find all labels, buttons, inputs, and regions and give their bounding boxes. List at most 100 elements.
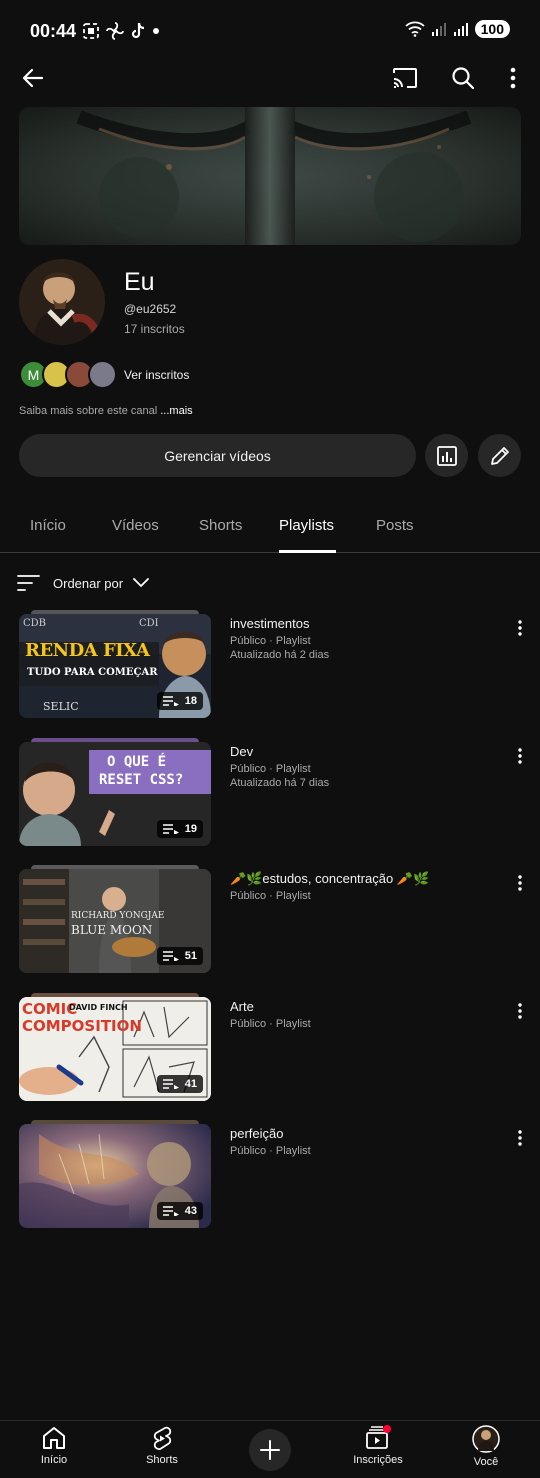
- playlist-menu-button[interactable]: [508, 616, 532, 640]
- playlist-title[interactable]: investimentos: [230, 616, 309, 631]
- arrow-left-icon: [22, 68, 44, 88]
- thumbnail-label: RICHARD YONGJAE: [71, 911, 165, 921]
- playlist-menu-button[interactable]: [508, 744, 532, 768]
- pencil-icon: [490, 446, 509, 465]
- tab-playlists[interactable]: Playlists: [279, 517, 334, 534]
- thumbnail-subtitle: TUDO PARA COMEÇAR: [27, 667, 158, 678]
- playlist-meta: Público · Playlist: [230, 635, 311, 647]
- more-vertical-icon: [518, 1003, 522, 1019]
- playlist-item[interactable]: RICHARD YONGJAE BLUE MOON 51 🥕🌿estudos, …: [0, 865, 540, 980]
- video-count: 43: [184, 1205, 197, 1217]
- thumbnail-label: CDI: [139, 618, 159, 629]
- video-count-badge: 43: [156, 1202, 203, 1220]
- avatar-letter: M: [27, 366, 40, 383]
- profile-avatar-icon: [472, 1425, 500, 1453]
- nav-label: Início: [40, 1454, 68, 1466]
- dot-icon: [153, 28, 159, 34]
- cast-icon: [393, 68, 417, 88]
- search-button[interactable]: [443, 58, 483, 98]
- tab-inicio[interactable]: Início: [30, 517, 66, 534]
- nav-shorts[interactable]: Shorts: [122, 1425, 202, 1475]
- playlist-item[interactable]: COMIC COMPOSITION DAVID FINCH 41 Arte Pú…: [0, 993, 540, 1108]
- signal-icon-1: [431, 23, 446, 36]
- playlist-item[interactable]: RENDA FIXA TUDO PARA COMEÇAR SELIC CDB C…: [0, 610, 540, 725]
- sort-icon: [17, 575, 40, 591]
- tab-shorts[interactable]: Shorts: [199, 517, 242, 534]
- more-vertical-icon: [510, 67, 516, 89]
- thumbnail-label: CDB: [23, 618, 47, 629]
- sort-label: Ordenar por: [53, 575, 124, 591]
- analytics-icon: [436, 445, 457, 466]
- analytics-button[interactable]: [425, 434, 468, 477]
- playlist-item[interactable]: O QUE É RESET CSS? 19 Dev Público · Play…: [0, 738, 540, 853]
- playlist-meta: Público · Playlist: [230, 890, 311, 902]
- playlist-thumbnail[interactable]: RICHARD YONGJAE BLUE MOON 51: [19, 865, 211, 973]
- nav-label: Inscrições: [353, 1454, 403, 1466]
- plus-icon: [260, 1440, 280, 1460]
- status-time: 00:44: [30, 21, 77, 41]
- video-count: 41: [184, 1078, 197, 1090]
- status-bar: 00:44 100: [0, 0, 540, 62]
- about-channel-link[interactable]: Saiba mais sobre este canal ...mais: [19, 405, 193, 417]
- playlist-title[interactable]: perfeição: [230, 1126, 283, 1141]
- playlist-updated: Atualizado há 2 dias: [230, 649, 330, 661]
- shorts-icon: [153, 1426, 172, 1450]
- back-button[interactable]: [13, 58, 53, 98]
- video-count: 18: [184, 695, 197, 707]
- subscriber-avatars[interactable]: M: [19, 360, 119, 390]
- subscriber-count: 17 inscritos: [124, 322, 185, 336]
- tab-posts[interactable]: Posts: [376, 517, 414, 534]
- nav-voce[interactable]: Você: [446, 1425, 526, 1475]
- more-options-button[interactable]: [493, 58, 533, 98]
- bottom-navigation: Início Shorts Inscrições Você: [0, 1420, 540, 1478]
- manage-videos-button[interactable]: Gerenciar vídeos: [19, 434, 416, 477]
- playlist-thumbnail[interactable]: 43: [19, 1120, 211, 1228]
- playlist-meta: Público · Playlist: [230, 1145, 311, 1157]
- nav-inicio[interactable]: Início: [14, 1425, 94, 1475]
- playlist-thumbnail[interactable]: O QUE É RESET CSS? 19: [19, 738, 211, 846]
- playlist-title[interactable]: Arte: [230, 999, 254, 1014]
- nav-inscricoes[interactable]: Inscrições: [338, 1425, 418, 1475]
- playlist-updated: Atualizado há 7 dias: [230, 777, 330, 789]
- playlist-item[interactable]: 43 perfeição Público · Playlist: [0, 1120, 540, 1235]
- view-subscribers-link[interactable]: Ver inscritos: [124, 368, 189, 382]
- cast-button[interactable]: [385, 58, 425, 98]
- sort-dropdown[interactable]: Ordenar por: [17, 569, 149, 597]
- video-count-badge: 18: [156, 692, 203, 710]
- home-icon: [43, 1427, 65, 1449]
- search-icon: [452, 67, 475, 90]
- channel-name: Eu: [124, 268, 155, 296]
- playlist-icon: [162, 696, 179, 706]
- edit-channel-button[interactable]: [478, 434, 521, 477]
- playlist-thumbnail[interactable]: RENDA FIXA TUDO PARA COMEÇAR SELIC CDB C…: [19, 610, 211, 718]
- playlist-title[interactable]: Dev: [230, 744, 253, 759]
- playlist-menu-button[interactable]: [508, 1126, 532, 1150]
- video-count: 51: [184, 950, 197, 962]
- nav-label: Você: [473, 1456, 499, 1468]
- playlist-menu-button[interactable]: [508, 871, 532, 895]
- playlist-thumbnail[interactable]: COMIC COMPOSITION DAVID FINCH 41: [19, 993, 211, 1101]
- more-vertical-icon: [518, 1130, 522, 1146]
- status-system-icons: 100: [405, 20, 510, 38]
- channel-avatar[interactable]: [19, 259, 105, 345]
- more-vertical-icon: [518, 620, 522, 636]
- chevron-down-icon: [133, 578, 149, 587]
- playlist-icon: [162, 824, 179, 834]
- top-app-bar: [0, 58, 540, 102]
- playlist-meta: Público · Playlist: [230, 763, 311, 775]
- create-button[interactable]: [249, 1429, 291, 1471]
- thumbnail-title: RENDA FIXA: [25, 640, 150, 661]
- video-count-badge: 19: [156, 820, 203, 838]
- playlist-menu-button[interactable]: [508, 999, 532, 1023]
- channel-tabs: Início Vídeos Shorts Playlists Posts: [0, 503, 540, 553]
- playlist-title[interactable]: 🥕🌿estudos, concentração 🥕🌿: [230, 871, 429, 887]
- about-more: ...mais: [160, 405, 193, 417]
- tiktok-icon: [131, 22, 145, 39]
- tab-videos[interactable]: Vídeos: [112, 517, 159, 534]
- playlist-icon: [162, 1206, 179, 1216]
- video-count: 19: [184, 823, 197, 835]
- nav-label: Shorts: [146, 1454, 178, 1466]
- thumbnail-subtitle: RESET CSS?: [99, 772, 184, 788]
- channel-banner: [19, 107, 521, 245]
- playlist-icon: [162, 1079, 179, 1089]
